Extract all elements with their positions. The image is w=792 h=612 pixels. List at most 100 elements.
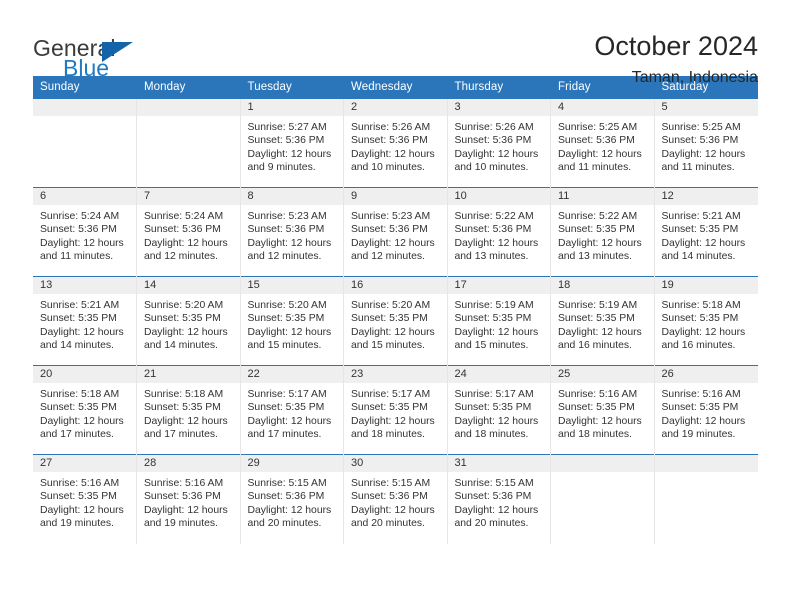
calendar-day-cell[interactable]: 19 Sunrise: 5:18 AM Sunset: 5:35 PM Dayligh… — [654, 276, 758, 366]
sunrise-text: Sunrise: 5:17 AM — [247, 389, 327, 400]
sunrise-text: Sunrise: 5:18 AM — [40, 389, 120, 400]
sunset-text: Sunset: 5:36 PM — [661, 135, 739, 147]
sunset-text: Sunset: 5:36 PM — [351, 224, 428, 236]
daylight-text-line1: Daylight: 12 hours — [144, 504, 228, 516]
calendar-day-cell[interactable]: 26 Sunrise: 5:16 AM Sunset: 5:35 PM Dayligh… — [654, 365, 758, 455]
daylight-text-line2: and 13 minutes. — [558, 251, 632, 263]
sunrise-text: Sunrise: 5:20 AM — [351, 300, 431, 311]
calendar-day-cell[interactable]: 18 Sunrise: 5:19 AM Sunset: 5:35 PM Dayligh… — [550, 276, 655, 366]
day-number: 19 — [654, 277, 758, 294]
day-details: Sunrise: 5:25 AM Sunset: 5:36 PM Daylight:… — [655, 116, 758, 175]
daylight-text-line2: and 20 minutes. — [351, 518, 425, 530]
page-title: October 2024 — [594, 31, 758, 61]
calendar-day-cell[interactable]: 3 Sunrise: 5:26 AM Sunset: 5:36 PM Daylight… — [447, 98, 551, 188]
calendar-day-cell[interactable]: 9 Sunrise: 5:23 AM Sunset: 5:36 PM Daylight… — [343, 187, 448, 277]
day-details: Sunrise: 5:22 AM Sunset: 5:35 PM Daylight:… — [551, 205, 654, 264]
sunrise-text: Sunrise: 5:23 AM — [247, 211, 327, 222]
weekday-header-wednesday: Wednesday — [343, 76, 448, 99]
daylight-text-line1: Daylight: 12 hours — [351, 504, 435, 516]
calendar-week-row: 1 Sunrise: 5:27 AM Sunset: 5:36 PM Daylight… — [33, 98, 758, 188]
calendar-day-cell-empty — [550, 454, 655, 544]
day-details: Sunrise: 5:18 AM Sunset: 5:35 PM Daylight:… — [137, 383, 240, 442]
calendar-day-cell[interactable]: 4 Sunrise: 5:25 AM Sunset: 5:36 PM Daylight… — [550, 98, 655, 188]
calendar-day-cell[interactable]: 8 Sunrise: 5:23 AM Sunset: 5:36 PM Daylight… — [240, 187, 344, 277]
daylight-text-line1: Daylight: 12 hours — [558, 326, 642, 338]
day-number: 29 — [240, 455, 343, 472]
sunset-text: Sunset: 5:36 PM — [558, 135, 635, 147]
calendar-day-cell[interactable]: 29 Sunrise: 5:15 AM Sunset: 5:36 PM Dayligh… — [240, 454, 344, 544]
sunrise-text: Sunrise: 5:27 AM — [247, 122, 327, 133]
sunset-text: Sunset: 5:36 PM — [247, 491, 325, 503]
day-number: 22 — [240, 366, 343, 383]
sunrise-text: Sunrise: 5:16 AM — [40, 478, 120, 489]
calendar-day-cell[interactable]: 1 Sunrise: 5:27 AM Sunset: 5:36 PM Daylight… — [240, 98, 344, 188]
sunrise-text: Sunrise: 5:26 AM — [454, 122, 534, 133]
day-details: Sunrise: 5:25 AM Sunset: 5:36 PM Daylight:… — [551, 116, 654, 175]
day-number: 7 — [137, 188, 240, 205]
sunrise-text: Sunrise: 5:20 AM — [247, 300, 327, 311]
day-number: 8 — [240, 188, 343, 205]
day-number: 24 — [447, 366, 550, 383]
calendar-day-cell[interactable]: 20 Sunrise: 5:18 AM Sunset: 5:35 PM Dayligh… — [33, 365, 137, 455]
daylight-text-line1: Daylight: 12 hours — [351, 326, 435, 338]
calendar-day-cell[interactable]: 13 Sunrise: 5:21 AM Sunset: 5:35 PM Dayligh… — [33, 276, 137, 366]
sunset-text: Sunset: 5:35 PM — [40, 313, 117, 325]
calendar-day-cell[interactable]: 11 Sunrise: 5:22 AM Sunset: 5:35 PM Dayligh… — [550, 187, 655, 277]
daylight-text-line2: and 12 minutes. — [247, 251, 322, 263]
daylight-text-line2: and 14 minutes. — [144, 340, 218, 352]
calendar-day-cell[interactable]: 7 Sunrise: 5:24 AM Sunset: 5:36 PM Daylight… — [136, 187, 241, 277]
calendar-day-cell[interactable]: 31 Sunrise: 5:15 AM Sunset: 5:36 PM Dayligh… — [447, 454, 551, 544]
calendar-day-cell[interactable]: 23 Sunrise: 5:17 AM Sunset: 5:35 PM Dayligh… — [343, 365, 448, 455]
daylight-text-line2: and 18 minutes. — [558, 429, 632, 441]
calendar-day-cell[interactable]: 16 Sunrise: 5:20 AM Sunset: 5:35 PM Dayligh… — [343, 276, 448, 366]
sunrise-text: Sunrise: 5:17 AM — [454, 389, 534, 400]
calendar-body: 1 Sunrise: 5:27 AM Sunset: 5:36 PM Daylight… — [33, 98, 758, 544]
calendar-day-cell[interactable]: 5 Sunrise: 5:25 AM Sunset: 5:36 PM Daylight… — [654, 98, 758, 188]
calendar-day-cell[interactable]: 30 Sunrise: 5:15 AM Sunset: 5:36 PM Dayligh… — [343, 454, 448, 544]
calendar-day-cell[interactable]: 6 Sunrise: 5:24 AM Sunset: 5:36 PM Daylight… — [33, 187, 137, 277]
day-details: Sunrise: 5:24 AM Sunset: 5:36 PM Daylight:… — [33, 205, 136, 264]
sunrise-text: Sunrise: 5:24 AM — [40, 211, 120, 222]
calendar-day-cell[interactable]: 10 Sunrise: 5:22 AM Sunset: 5:36 PM Dayligh… — [447, 187, 551, 277]
daylight-text-line2: and 11 minutes. — [558, 162, 632, 174]
daylight-text-line1: Daylight: 12 hours — [40, 504, 124, 516]
sunset-text: Sunset: 5:36 PM — [454, 224, 532, 236]
sunset-text: Sunset: 5:36 PM — [454, 135, 532, 147]
brand-name-blue: Blue — [63, 55, 110, 81]
daylight-text-line1: Daylight: 12 hours — [144, 237, 228, 249]
daylight-text-line1: Daylight: 12 hours — [454, 415, 539, 427]
calendar-day-cell[interactable]: 25 Sunrise: 5:16 AM Sunset: 5:35 PM Dayligh… — [550, 365, 655, 455]
calendar-day-cell[interactable]: 22 Sunrise: 5:17 AM Sunset: 5:35 PM Dayligh… — [240, 365, 344, 455]
day-details: Sunrise: 5:26 AM Sunset: 5:36 PM Daylight:… — [448, 116, 551, 175]
day-number: 4 — [551, 99, 654, 116]
calendar-day-cell[interactable]: 24 Sunrise: 5:17 AM Sunset: 5:35 PM Dayligh… — [447, 365, 551, 455]
day-number: 27 — [33, 455, 136, 472]
day-details: Sunrise: 5:17 AM Sunset: 5:35 PM Daylight:… — [241, 383, 344, 442]
sunset-text: Sunset: 5:35 PM — [558, 402, 635, 414]
day-number: 3 — [447, 99, 550, 116]
daylight-text-line2: and 18 minutes. — [351, 429, 425, 441]
daylight-text-line2: and 10 minutes. — [351, 162, 425, 174]
calendar-day-cell[interactable]: 21 Sunrise: 5:18 AM Sunset: 5:35 PM Dayligh… — [136, 365, 241, 455]
calendar-day-cell[interactable]: 17 Sunrise: 5:19 AM Sunset: 5:35 PM Dayligh… — [447, 276, 551, 366]
calendar-day-cell[interactable]: 15 Sunrise: 5:20 AM Sunset: 5:35 PM Dayligh… — [240, 276, 344, 366]
sunrise-text: Sunrise: 5:15 AM — [351, 478, 431, 489]
calendar-day-cell[interactable]: 12 Sunrise: 5:21 AM Sunset: 5:35 PM Dayligh… — [654, 187, 758, 277]
calendar-week-row: 6 Sunrise: 5:24 AM Sunset: 5:36 PM Daylight… — [33, 187, 758, 277]
calendar-day-cell[interactable]: 2 Sunrise: 5:26 AM Sunset: 5:36 PM Daylight… — [343, 98, 448, 188]
day-details: Sunrise: 5:23 AM Sunset: 5:36 PM Daylight:… — [344, 205, 447, 264]
sunset-text: Sunset: 5:35 PM — [661, 313, 739, 325]
calendar-day-cell[interactable]: 14 Sunrise: 5:20 AM Sunset: 5:35 PM Dayligh… — [136, 276, 241, 366]
sunset-text: Sunset: 5:35 PM — [558, 224, 635, 236]
sunrise-text: Sunrise: 5:21 AM — [661, 211, 741, 222]
sunrise-text: Sunrise: 5:23 AM — [351, 211, 431, 222]
daylight-text-line2: and 15 minutes. — [454, 340, 529, 352]
daylight-text-line1: Daylight: 12 hours — [661, 237, 746, 249]
calendar-day-cell[interactable]: 28 Sunrise: 5:16 AM Sunset: 5:36 PM Dayligh… — [136, 454, 241, 544]
day-number: 31 — [447, 455, 550, 472]
daylight-text-line1: Daylight: 12 hours — [144, 415, 228, 427]
day-number: 28 — [137, 455, 240, 472]
brand-logo[interactable]: General Blue — [33, 31, 153, 83]
calendar-day-cell[interactable]: 27 Sunrise: 5:16 AM Sunset: 5:35 PM Dayligh… — [33, 454, 137, 544]
day-details: Sunrise: 5:20 AM Sunset: 5:35 PM Daylight:… — [344, 294, 447, 353]
